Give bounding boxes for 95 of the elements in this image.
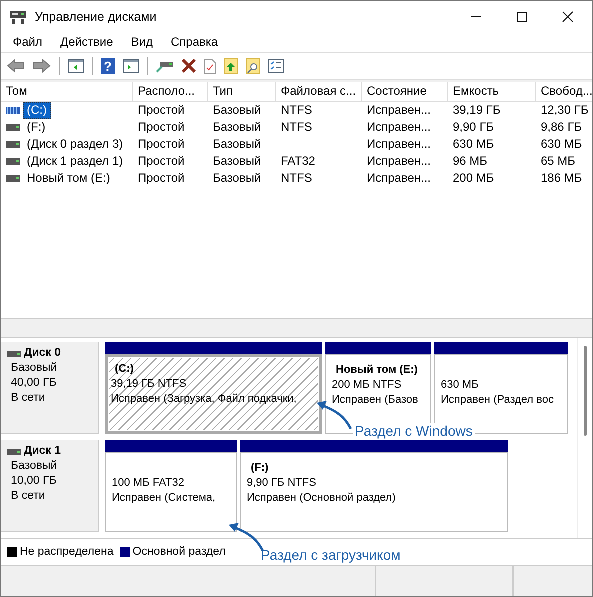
table-cell: Простой — [138, 103, 185, 117]
striped-drive-icon — [6, 107, 20, 114]
table-cell: 96 МБ — [453, 154, 488, 168]
volume-name[interactable]: (C:) — [23, 102, 51, 119]
table-cell: 200 МБ — [453, 171, 494, 185]
partition-name: (C:) — [114, 362, 135, 377]
table-cell: FAT32 — [281, 154, 316, 168]
column-header[interactable]: Емкость — [448, 82, 536, 102]
forward-arrow-icon[interactable] — [33, 59, 51, 73]
drive-icon — [7, 448, 21, 454]
delete-icon[interactable] — [182, 59, 196, 73]
table-cell: 186 МБ — [541, 171, 582, 185]
table-cell: 39,19 ГБ — [453, 103, 501, 117]
table-cell: Базовый — [213, 120, 262, 134]
table-cell: Базовый — [213, 171, 262, 185]
disk-status: В сети — [11, 391, 46, 406]
table-cell: NTFS — [281, 103, 312, 117]
column-header[interactable]: Располо... — [133, 82, 208, 102]
table-cell: NTFS — [281, 120, 312, 134]
table-cell: 9,86 ГБ — [541, 120, 582, 134]
table-cell: Базовый — [213, 137, 262, 151]
disk-info-panel[interactable]: Диск 0 Базовый 40,00 ГБ В сети — [1, 342, 99, 434]
table-cell: Базовый — [213, 154, 262, 168]
partition-status: Исправен (Система, — [112, 491, 217, 506]
properties-icon[interactable] — [204, 58, 216, 74]
back-arrow-icon[interactable] — [7, 59, 25, 73]
column-header[interactable]: Состояние — [362, 82, 448, 102]
drive-icon — [6, 158, 20, 165]
table-cell: Исправен... — [367, 154, 432, 168]
drive-icon — [6, 124, 20, 131]
legend-label: Не распределена — [20, 546, 114, 558]
table-cell: Исправен... — [367, 137, 432, 151]
disk-type: Базовый — [11, 361, 58, 376]
partition-status: Исправен (Базов — [332, 393, 420, 408]
table-cell: Простой — [138, 137, 185, 151]
disk-status: В сети — [11, 489, 46, 504]
disk-name: Диск 0 — [24, 346, 62, 361]
volume-name[interactable]: (Диск 1 раздел 1) — [23, 153, 128, 170]
partition-size: 9,90 ГБ NTFS — [247, 476, 318, 491]
disk-info-panel[interactable]: Диск 1 Базовый 10,00 ГБ В сети — [1, 440, 99, 532]
menu-item[interactable]: Справка — [171, 35, 218, 49]
partition-size: 630 МБ — [441, 378, 480, 393]
table-cell: Простой — [138, 171, 185, 185]
table-cell: 12,30 ГБ — [541, 103, 589, 117]
table-cell: 65 МБ — [541, 154, 576, 168]
column-header[interactable]: Тип — [208, 82, 276, 102]
menu-item[interactable]: Вид — [131, 35, 153, 49]
partition-status: Исправен (Раздел вос — [441, 393, 555, 408]
maximize-icon[interactable] — [516, 10, 528, 22]
partition-status: Исправен (Загрузка, Файл подкачки, — [111, 392, 298, 407]
help-icon[interactable]: ? — [101, 58, 115, 74]
menu-item[interactable]: Файл — [13, 35, 43, 49]
menu-item[interactable]: Действие — [60, 35, 114, 49]
action-pane-icon[interactable] — [123, 59, 139, 73]
disk-management-icon — [9, 8, 27, 24]
volume-name[interactable]: (Диск 0 раздел 3) — [23, 136, 128, 153]
close-icon[interactable] — [562, 10, 574, 22]
drive-icon — [7, 350, 21, 356]
partition-status: Исправен (Основной раздел) — [247, 491, 397, 506]
column-header[interactable]: Файловая с... — [276, 82, 362, 102]
disk-name: Диск 1 — [24, 444, 62, 459]
partition-size: 39,19 ГБ NTFS — [111, 377, 188, 392]
annotation-label: Раздел с Windows — [353, 423, 475, 439]
partition-block[interactable]: 100 МБ FAT32 Исправен (Система, — [105, 452, 237, 532]
search-icon[interactable] — [246, 58, 260, 74]
partition-block[interactable]: (F:) 9,90 ГБ NTFS Исправен (Основной раздел) — [240, 452, 508, 532]
checklist-icon[interactable] — [268, 59, 284, 73]
table-cell: 9,90 ГБ — [453, 120, 494, 134]
table-cell: Исправен... — [367, 171, 432, 185]
partition-size: 100 МБ FAT32 — [112, 476, 186, 491]
volume-name[interactable]: (F:) — [23, 119, 50, 136]
table-cell: Базовый — [213, 103, 262, 117]
table-cell: Простой — [138, 154, 185, 168]
table-cell: Исправен... — [367, 103, 432, 117]
volume-name[interactable]: Новый том (E:) — [23, 170, 114, 187]
disk-type: Базовый — [11, 459, 58, 474]
partition-block[interactable]: (C:) 39,19 ГБ NTFS Исправен (Загрузка, Файл подкачки, — [105, 354, 322, 434]
table-cell: Простой — [138, 120, 185, 134]
annotation-label: Раздел с загрузчиком — [259, 547, 403, 563]
drive-icon — [6, 175, 20, 182]
console-tree-icon[interactable] — [68, 59, 84, 73]
partition-name: Новый том (E:) — [335, 363, 419, 378]
drive-connect-icon[interactable] — [156, 59, 174, 73]
legend-label: Основной раздел — [132, 546, 226, 558]
table-cell: Исправен... — [367, 120, 432, 134]
partition-name: (F:) — [250, 461, 270, 476]
disk-size: 10,00 ГБ — [11, 474, 58, 489]
table-cell: NTFS — [281, 171, 312, 185]
drive-icon — [6, 141, 20, 148]
disk-size: 40,00 ГБ — [11, 376, 58, 391]
table-cell: 630 МБ — [541, 137, 582, 151]
column-header[interactable]: Свобод... — [536, 82, 592, 102]
window-title: Управление дисками — [35, 10, 157, 24]
table-cell: 630 МБ — [453, 137, 494, 151]
partition-size: 200 МБ NTFS — [332, 378, 403, 393]
